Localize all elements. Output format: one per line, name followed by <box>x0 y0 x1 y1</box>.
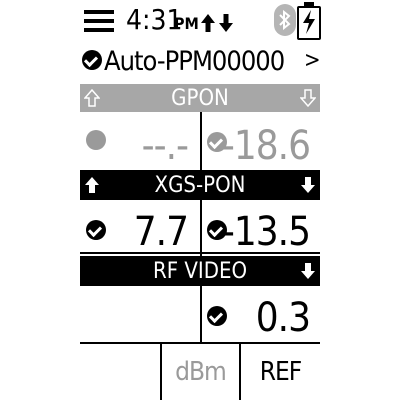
profile-name: Auto-PPM00000 <box>104 46 285 77</box>
ref-button[interactable]: REF <box>241 344 320 400</box>
divider-vertical-center <box>200 286 202 342</box>
rfvideo-title: RF VIDEO <box>152 258 248 284</box>
gpon-title: GPON <box>171 85 229 111</box>
arrow-down-icon <box>300 89 316 107</box>
divider-vertical-center <box>200 200 202 256</box>
arrow-down-icon <box>301 177 315 193</box>
xgspon-tx-check-icon <box>86 220 106 240</box>
xgspon-tx-value: 7.7 <box>133 209 189 255</box>
gpon-tx-value: --.- <box>141 123 189 169</box>
xgspon-banner[interactable]: XGS-PON <box>80 170 320 200</box>
network-updown-icon <box>201 14 233 32</box>
gpon-rx-value: -18.6 <box>221 123 311 169</box>
xgspon-rx-value: -13.5 <box>221 209 311 255</box>
divider-vertical-center <box>200 112 202 170</box>
bluetooth-icon <box>274 4 296 36</box>
gpon-tx-status-icon <box>86 130 106 150</box>
arrow-up-icon <box>85 177 99 193</box>
chevron-right-icon[interactable]: > <box>304 44 321 78</box>
unit-label: dBm <box>175 357 227 387</box>
ref-label: REF <box>259 357 302 387</box>
arrow-down-icon <box>301 263 315 279</box>
footer-empty-cell <box>80 344 160 400</box>
rfvideo-rx-value: 0.3 <box>255 295 311 341</box>
gpon-banner[interactable]: GPON <box>80 84 320 112</box>
rfvideo-rx-check-icon <box>207 306 227 326</box>
profile-check-icon <box>82 50 102 70</box>
unit-button[interactable]: dBm <box>162 344 239 400</box>
menu-icon[interactable] <box>84 10 114 32</box>
clock-ampm: PM <box>174 14 199 33</box>
status-bar: 4:31 PM <box>0 0 400 42</box>
profile-row[interactable]: Auto-PPM00000 > <box>80 44 321 80</box>
xgspon-title: XGS-PON <box>154 172 246 198</box>
arrow-up-icon <box>84 89 100 107</box>
rfvideo-banner[interactable]: RF VIDEO <box>80 256 320 286</box>
divider-horizontal <box>80 252 320 254</box>
battery-charging-icon <box>296 2 322 40</box>
